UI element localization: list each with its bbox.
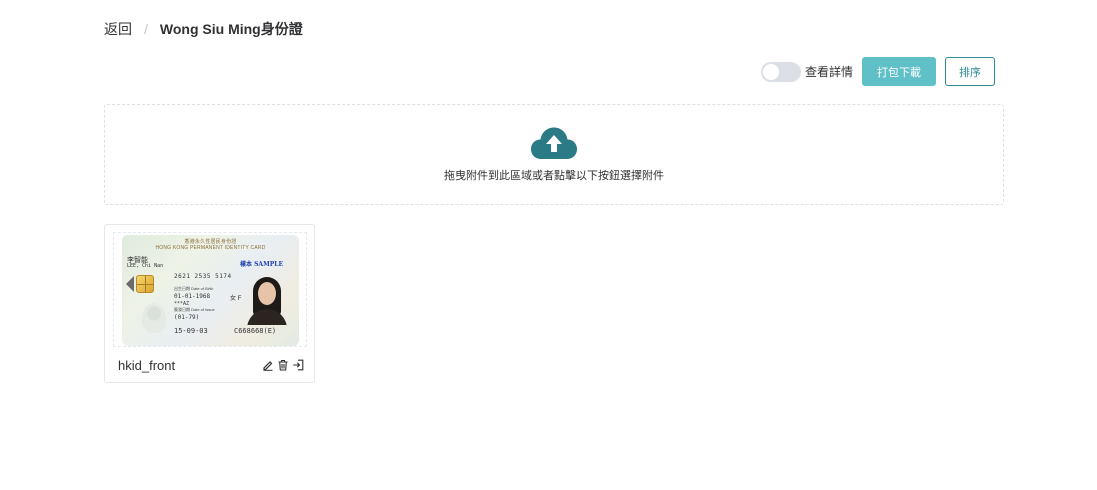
toggle-knob — [762, 63, 779, 80]
id-card-preview: 香港永久性居民身份證 HONG KONG PERMANENT IDENTITY … — [122, 235, 299, 346]
id-card-arrow-mark — [126, 276, 134, 292]
upload-drop-zone[interactable]: 拖曳附件到此區域或者點擊以下按鈕選擇附件 — [104, 104, 1004, 205]
breadcrumb-separator: / — [144, 21, 148, 37]
id-card-chip — [136, 275, 154, 293]
toggle-switch[interactable] — [760, 61, 801, 82]
id-card-sex: 女 F — [230, 296, 242, 302]
id-card-number: C668668(E) — [234, 327, 277, 335]
id-card-dob-label: 出生日期 Date of Birth — [174, 286, 214, 291]
id-card-dob: 01-01-1968 — [174, 293, 211, 300]
id-card-date: 15-09-03 — [174, 327, 208, 335]
id-card-header: 香港永久性居民身份證 HONG KONG PERMANENT IDENTITY … — [122, 239, 299, 251]
id-card-ghost-photo — [142, 303, 166, 333]
view-details-toggle[interactable]: 查看詳情 — [760, 61, 853, 82]
breadcrumb-current-page: Wong Siu Ming身份證 — [159, 21, 303, 37]
id-card-code-number: 2621 2535 5174 — [174, 273, 232, 280]
file-thumbnail[interactable]: 香港永久性居民身份證 HONG KONG PERMANENT IDENTITY … — [113, 232, 307, 347]
breadcrumb-back-link[interactable]: 返回 — [104, 19, 132, 39]
id-card-issue-date: (01-79) — [174, 314, 200, 321]
delete-icon[interactable] — [277, 359, 289, 371]
export-icon[interactable] — [292, 359, 304, 371]
upload-hint: 拖曳附件到此區域或者點擊以下按鈕選擇附件 — [444, 169, 664, 182]
id-card-header-en: HONG KONG PERMANENT IDENTITY CARD — [155, 245, 266, 251]
file-actions — [259, 359, 304, 371]
file-footer: hkid_front — [118, 356, 304, 374]
edit-icon[interactable] — [262, 359, 274, 371]
file-card[interactable]: 香港永久性居民身份證 HONG KONG PERMANENT IDENTITY … — [104, 224, 315, 383]
id-card-issue-label: 簽發日期 Date of Issue — [174, 307, 215, 312]
id-card-sample-mark: 樣本 SAMPLE — [240, 261, 284, 268]
cloud-upload-icon — [531, 127, 577, 159]
id-card-name-en: LEE, Chi Nan — [127, 263, 164, 269]
breadcrumb: 返回 / Wong Siu Ming身份證 — [104, 20, 303, 38]
toolbar: 查看詳情 打包下載 排序 — [760, 57, 995, 86]
file-name: hkid_front — [118, 357, 176, 373]
download-all-button[interactable]: 打包下載 — [862, 57, 936, 86]
id-card-portrait — [245, 275, 289, 325]
sort-button[interactable]: 排序 — [945, 57, 995, 86]
chip-contact-line — [145, 276, 146, 292]
toggle-label: 查看詳情 — [804, 65, 853, 79]
portrait-face — [258, 282, 276, 305]
